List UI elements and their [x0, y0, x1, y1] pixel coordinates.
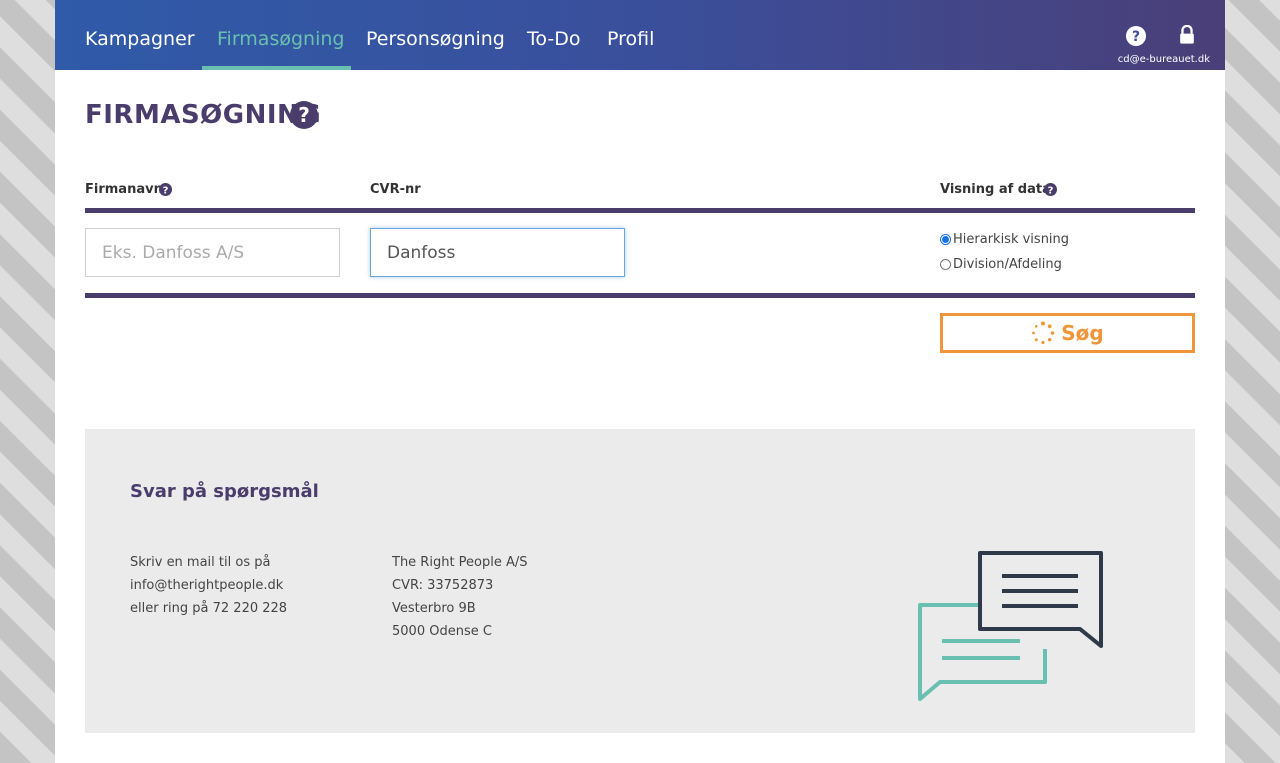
chat-bubbles-icon: [918, 551, 1103, 701]
footer-title: Svar på spørgsmål: [130, 481, 319, 502]
radio-label: Hierarkisk visning: [953, 232, 1070, 247]
contact-line: Skriv en mail til os på: [130, 555, 271, 570]
view-mode-label: Visning af data: [940, 182, 1051, 197]
company-line: CVR: 33752873: [392, 578, 494, 593]
page-title: FIRMASØGNING: [85, 100, 322, 130]
help-icon[interactable]: ?: [159, 183, 172, 196]
radio-label: Division/Afdeling: [953, 257, 1062, 272]
user-email: cd@e-bureauet.dk: [1117, 54, 1210, 65]
divider-top: [85, 208, 1195, 213]
nav-kampagner[interactable]: Kampagner: [85, 0, 195, 70]
firmanavn-input[interactable]: [85, 228, 340, 277]
nav-todo[interactable]: To-Do: [527, 0, 580, 70]
loading-spinner-icon: [1032, 321, 1055, 345]
cvr-label: CVR-nr: [370, 182, 421, 197]
nav-firmasogning[interactable]: Firmasøgning: [217, 0, 344, 70]
nav-personsogning[interactable]: Personsøgning: [366, 0, 505, 70]
svg-text:?: ?: [1048, 186, 1054, 197]
radio-division[interactable]: Division/Afdeling: [940, 257, 1062, 272]
search-button[interactable]: Søg: [940, 313, 1195, 353]
page-container: Kampagner Firmasøgning Personsøgning To-…: [55, 0, 1225, 763]
contact-email-link[interactable]: info@therightpeople.dk: [130, 574, 287, 597]
help-icon[interactable]: ?: [1126, 26, 1146, 46]
svg-text:?: ?: [1132, 29, 1140, 45]
footer-contact: Skriv en mail til os på info@therightpeo…: [130, 551, 287, 620]
nav-profil[interactable]: Profil: [607, 0, 654, 70]
lock-icon[interactable]: [1177, 25, 1197, 45]
company-line: 5000 Odense C: [392, 624, 492, 639]
svg-text:?: ?: [298, 103, 310, 127]
footer-company-info: The Right People A/S CVR: 33752873 Veste…: [392, 551, 528, 643]
help-icon[interactable]: ?: [1044, 183, 1057, 196]
company-line: The Right People A/S: [392, 555, 528, 570]
company-line: Vesterbro 9B: [392, 601, 476, 616]
footer-panel: Svar på spørgsmål Skriv en mail til os p…: [85, 429, 1195, 733]
active-tab-indicator: [202, 66, 351, 70]
contact-line: eller ring på 72 220 228: [130, 601, 288, 616]
search-button-label: Søg: [1061, 321, 1104, 345]
radio-button[interactable]: [940, 259, 951, 270]
svg-text:?: ?: [163, 186, 169, 197]
cvr-input[interactable]: [370, 228, 625, 277]
radio-hierarkisk[interactable]: Hierarkisk visning: [940, 232, 1069, 247]
divider-bottom: [85, 293, 1195, 298]
firmanavn-label: Firmanavn: [85, 182, 163, 197]
top-navigation-bar: Kampagner Firmasøgning Personsøgning To-…: [55, 0, 1225, 70]
help-icon[interactable]: ?: [290, 101, 318, 129]
radio-button[interactable]: [940, 234, 951, 245]
